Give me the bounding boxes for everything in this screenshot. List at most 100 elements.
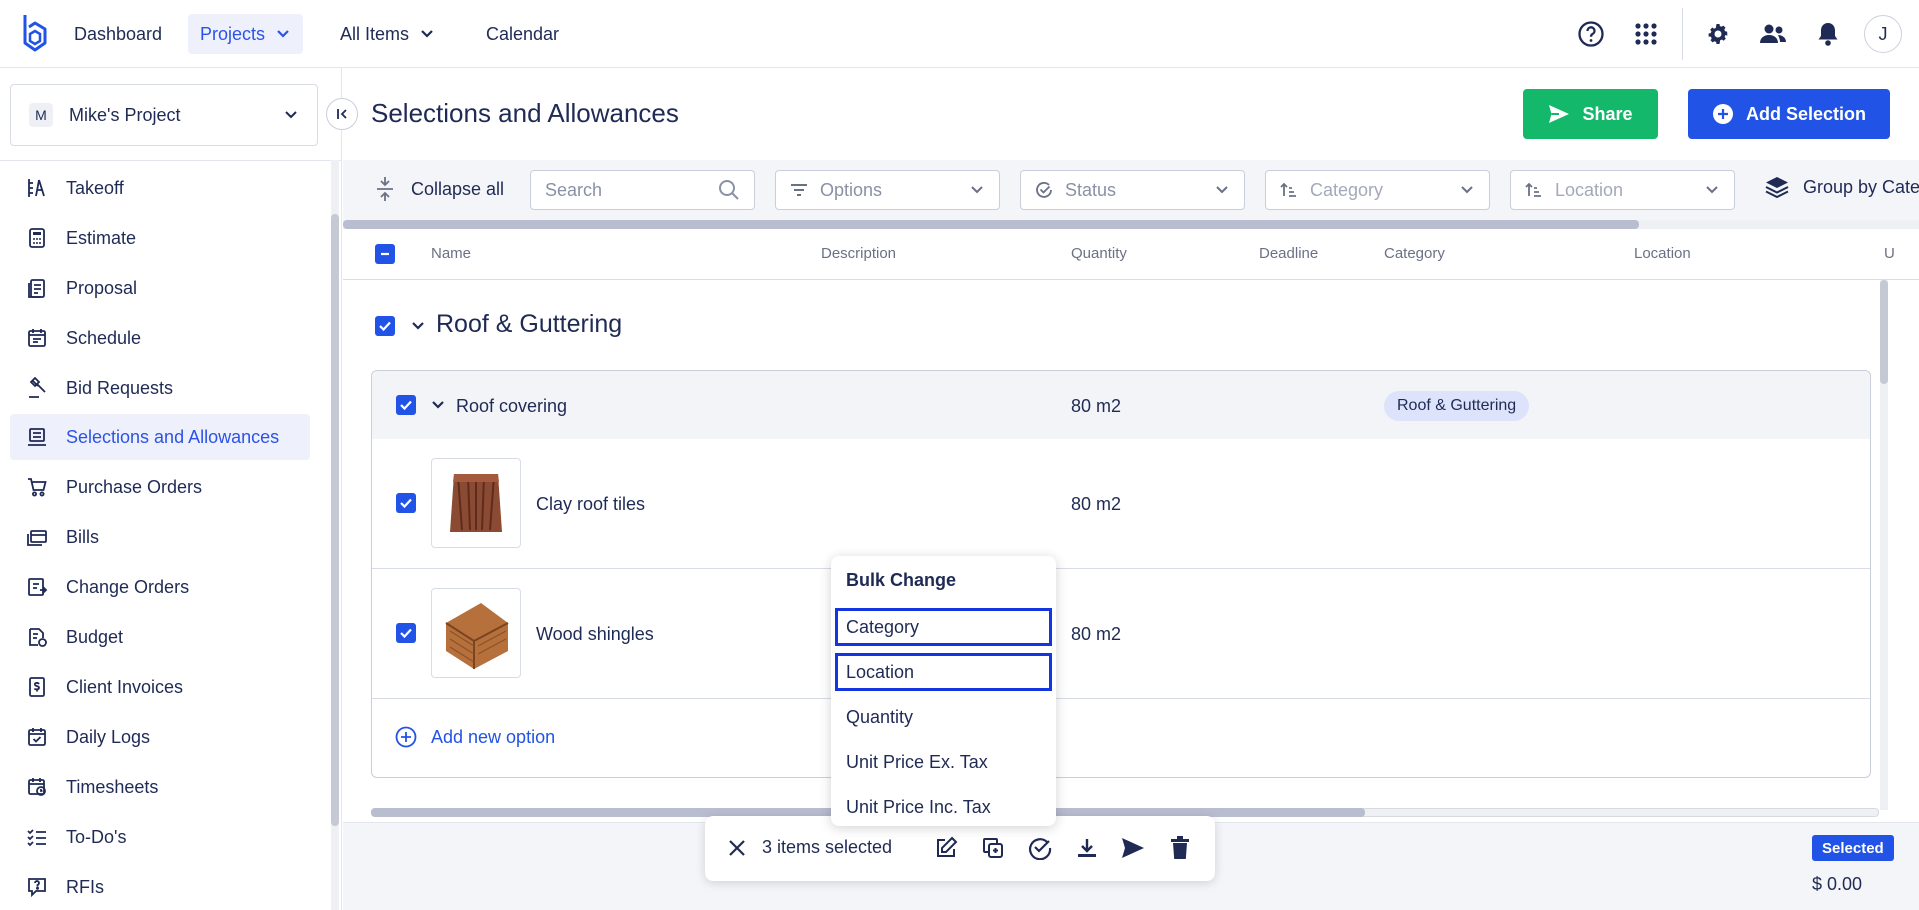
bulk-duplicate-button[interactable] (979, 834, 1007, 862)
nav-projects[interactable]: Projects (188, 14, 304, 54)
share-button-label: Share (1582, 103, 1633, 124)
option-checkbox[interactable] (396, 493, 416, 513)
minus-icon (381, 252, 389, 256)
team-users-icon[interactable] (1757, 18, 1789, 50)
sidebar-item-label: Bid Requests (66, 377, 174, 398)
sidebar-item-label: Takeoff (66, 177, 124, 198)
row-checkbox[interactable] (396, 395, 416, 415)
sidebar-item-rfis[interactable]: RFIs (10, 864, 310, 910)
sidebar-item-bills[interactable]: Bills (10, 514, 310, 560)
check-icon (400, 400, 412, 411)
sidebar-item-selections-and-allowances[interactable]: Selections and Allowances (10, 414, 310, 460)
location-sort-dropdown[interactable]: Location (1510, 170, 1735, 210)
bulk-edit-button[interactable] (932, 834, 960, 862)
chevron-down-icon[interactable] (430, 397, 446, 413)
bulk-change-option-unit-price-ex-tax[interactable]: Unit Price Ex. Tax (835, 743, 1052, 781)
sidebar-item-timesheets[interactable]: Timesheets (10, 764, 310, 810)
nav-all-items-label: All Items (340, 24, 410, 44)
bulk-change-option-location[interactable]: Location (835, 653, 1052, 691)
column-header-description[interactable]: Description (821, 245, 896, 262)
sidebar-item-label: Change Orders (66, 576, 190, 597)
column-header-location[interactable]: Location (1634, 245, 1691, 262)
category-sort-dropdown[interactable]: Category (1265, 170, 1490, 210)
status-filter-label: Status (1065, 179, 1117, 200)
sidebar-item-label: Client Invoices (66, 676, 184, 697)
wood-shingles-image (445, 603, 509, 669)
apps-grid-icon[interactable] (1630, 18, 1662, 50)
app-logo-icon[interactable] (20, 13, 50, 53)
toolbar-scrollbar-thumb[interactable] (343, 220, 1639, 229)
wood-shingles-thumbnail[interactable] (431, 588, 521, 678)
collapse-all-button[interactable]: Collapse all (375, 174, 504, 204)
sidebar-item-proposal[interactable]: Proposal (10, 265, 310, 311)
add-new-option-button[interactable]: Add new option (395, 726, 555, 748)
sidebar-scrollbar-thumb[interactable] (331, 214, 339, 826)
help-icon[interactable] (1575, 18, 1607, 50)
settings-gear-icon[interactable] (1702, 18, 1734, 50)
sidebar-item-todos[interactable]: To-Do's (10, 814, 310, 860)
nav-projects-label: Projects (200, 24, 266, 44)
group-by-button[interactable]: Group by Cate (1765, 176, 1919, 198)
chevron-down-icon (1706, 186, 1718, 194)
row-quantity: 80 m2 (1071, 396, 1122, 416)
column-header-name[interactable]: Name (431, 245, 471, 262)
sidebar-item-change-orders[interactable]: Change Orders (10, 564, 310, 610)
sidebar-item-estimate[interactable]: Estimate (10, 215, 310, 261)
send-icon (1549, 105, 1570, 123)
collapse-sidebar-button[interactable] (326, 98, 358, 130)
sidebar-item-takeoff[interactable]: Takeoff (10, 165, 310, 211)
option-name[interactable]: Clay roof tiles (536, 494, 645, 515)
location-sort-label: Location (1555, 179, 1624, 200)
bulk-approve-button[interactable] (1026, 834, 1054, 862)
column-header-quantity[interactable]: Quantity (1071, 245, 1127, 262)
sidebar-item-label: Schedule (66, 327, 142, 348)
user-avatar[interactable]: J (1864, 15, 1902, 53)
sidebar-item-purchase-orders[interactable]: Purchase Orders (10, 464, 310, 510)
group-checkbox[interactable] (375, 316, 395, 336)
sidebar-item-schedule[interactable]: Schedule (10, 315, 310, 361)
nav-all-items[interactable]: All Items (328, 14, 447, 54)
share-button[interactable]: Share (1523, 89, 1658, 139)
add-selection-button[interactable]: Add Selection (1688, 89, 1890, 139)
search-input[interactable]: Search (530, 170, 755, 210)
bulk-change-option-quantity[interactable]: Quantity (835, 698, 1052, 736)
status-filter-dropdown[interactable]: Status (1020, 170, 1245, 210)
sidebar-item-budget[interactable]: Budget (10, 614, 310, 660)
bulk-send-button[interactable] (1119, 834, 1147, 862)
sidebar: M Mike's Project Takeoff Estimate Propos… (0, 68, 342, 910)
nav-dashboard[interactable]: Dashboard (62, 14, 174, 54)
group-by-label: Group by Cate (1803, 176, 1919, 197)
bulk-change-option-category[interactable]: Category (835, 608, 1052, 646)
bulk-change-option-unit-price-inc-tax[interactable]: Unit Price Inc. Tax (835, 788, 1052, 826)
sidebar-item-daily-logs[interactable]: Daily Logs (10, 714, 310, 760)
check-icon (400, 628, 412, 639)
project-selector[interactable]: M Mike's Project (10, 84, 318, 146)
row-name[interactable]: Roof covering (456, 396, 567, 417)
check-icon (400, 498, 412, 509)
column-header-deadline[interactable]: Deadline (1259, 245, 1318, 262)
column-header-category[interactable]: Category (1384, 245, 1445, 262)
bulk-download-button[interactable] (1073, 834, 1101, 862)
sidebar-item-client-invoices[interactable]: Client Invoices (10, 664, 310, 710)
topbar-divider (1682, 8, 1683, 60)
trash-icon (1171, 836, 1189, 859)
calculator-icon (29, 228, 45, 248)
notifications-bell-icon[interactable] (1812, 18, 1844, 50)
bulk-delete-button[interactable] (1166, 834, 1194, 862)
chevron-down-icon[interactable] (410, 318, 426, 334)
table-row-parent[interactable] (372, 371, 1870, 439)
clay-tile-thumbnail[interactable] (431, 458, 521, 548)
select-all-checkbox[interactable] (375, 244, 395, 264)
table-scrollbar-thumb[interactable] (1880, 280, 1888, 384)
option-name[interactable]: Wood shingles (536, 624, 654, 645)
option-checkbox[interactable] (396, 623, 416, 643)
sidebar-item-bid-requests[interactable]: Bid Requests (10, 365, 310, 411)
check-circle-icon (1028, 838, 1052, 860)
option-quantity: 80 m2 (1071, 624, 1122, 644)
takeoff-icon (28, 179, 45, 197)
options-filter-dropdown[interactable]: Options (775, 170, 1000, 210)
add-new-option-label: Add new option (431, 726, 556, 747)
nav-calendar[interactable]: Calendar (474, 14, 571, 54)
column-header-unit[interactable]: U (1884, 245, 1895, 262)
clear-selection-button[interactable] (723, 834, 751, 862)
